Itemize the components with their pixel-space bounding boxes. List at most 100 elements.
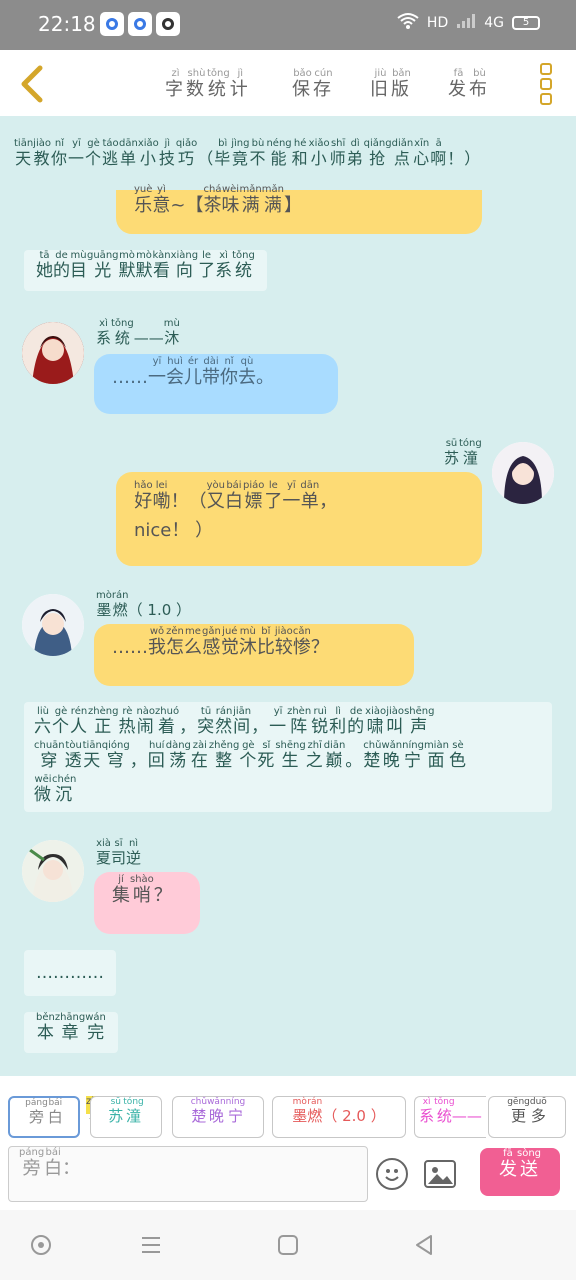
- wifi-icon: [397, 12, 419, 34]
- ruby-char: 燃rán: [307, 1097, 323, 1125]
- avatar[interactable]: [22, 322, 84, 384]
- ruby-char: 味wèi: [221, 184, 240, 216]
- send-button[interactable]: 发fā送sòng: [480, 1148, 560, 1196]
- ruby-char: 小xiǎo: [137, 138, 159, 168]
- ruby-char: 数shù: [186, 68, 207, 100]
- ruby-char: 师shī: [329, 138, 347, 168]
- ruby-char: 章zhāng: [54, 1012, 86, 1043]
- message-bubble-3[interactable]: …… 我wǒ怎zěn么me感gǎn觉jué沐mù比bǐ较jiào惨cǎn？: [94, 624, 414, 686]
- avatar[interactable]: [492, 442, 554, 504]
- ruby-char: ，: [179, 717, 198, 737]
- ruby-char: 着zhuó: [155, 706, 180, 737]
- narration-3: …………: [24, 950, 116, 996]
- ruby-char: 毕bì: [214, 138, 232, 168]
- ruby-char: 楚chǔ: [363, 740, 382, 771]
- ruby-char: 荡dàng: [165, 740, 191, 771]
- ruby-char: 小xiǎo: [308, 138, 330, 168]
- ruby-char: 布bù: [469, 68, 490, 100]
- sender-name: 苏sū潼tóng: [444, 438, 482, 468]
- emoji-icon[interactable]: [376, 1158, 408, 1190]
- chat-area[interactable]: 天tiān教jiào你nǐ一yī个gè逃táo单dān小xiǎo技jì巧qiǎo…: [0, 116, 576, 1076]
- ruby-char: 怎zěn: [166, 626, 184, 658]
- chevron-left-icon: [21, 65, 43, 103]
- narration-line: 微wēi沉chén: [34, 774, 542, 808]
- narration-1: 她tā的de目mù光guāng默mò默mò看kàn向xiàng了le系xì统tǒ…: [24, 250, 267, 291]
- chip-label: 系xì统tǒng: [419, 1097, 454, 1125]
- ruby-char: 巧qiǎo: [175, 138, 198, 168]
- more-button[interactable]: [540, 63, 554, 107]
- ruby-char: 突tū: [197, 706, 216, 737]
- qq-icon: [100, 12, 124, 36]
- ruby-char: 沐mù: [238, 626, 257, 658]
- ruby-char: 穹qióng: [101, 740, 130, 771]
- ruby-char: 带dài: [202, 356, 220, 388]
- word-count-button[interactable]: 字zì数shù统tǒng计jì: [165, 68, 251, 101]
- ruby-char: 满mǎn: [239, 184, 262, 216]
- message-bubble-1[interactable]: …… 一yī会huì儿ér带dài你nǐ去qù。: [94, 354, 338, 414]
- ruby-char: 默mò: [135, 250, 153, 281]
- ruby-char: 六liù: [34, 706, 52, 737]
- ruby-char: 和hé: [291, 138, 309, 168]
- ruby-char: 茶chá: [203, 184, 222, 216]
- ruby-char: 啸xiào: [365, 706, 387, 737]
- more-vertical-icon: [540, 63, 552, 75]
- ruby-char: 。: [345, 751, 364, 771]
- ruby-char: 满mǎn: [261, 184, 284, 216]
- ruby-char: 巅diān: [323, 740, 346, 771]
- ruby-char: 晚wǎn: [381, 740, 403, 771]
- message-bubble-2[interactable]: 好hǎo嘞lei！（ 又yòu白bái嫖piáo了le一yī单dān， nice…: [116, 472, 482, 566]
- ruby-char: ！（: [170, 491, 207, 512]
- ruby-char: 楚chǔ: [190, 1097, 208, 1125]
- ruby-char: 完wán: [85, 1012, 106, 1043]
- ruby-char: 潼tóng: [459, 438, 482, 467]
- ruby-char: ~【: [170, 195, 204, 216]
- ruby-char: ……: [112, 637, 148, 658]
- save-button[interactable]: 保bǎo存cún: [292, 68, 334, 101]
- ruby-char: 么me: [184, 626, 202, 658]
- clock: 22:18: [38, 12, 96, 36]
- message-text: …… 一yī会huì儿ér带dài你nǐ去qù。: [112, 356, 274, 388]
- ruby-char: ，: [129, 751, 148, 771]
- ruby-char: 我wǒ: [148, 626, 166, 658]
- ruby-char: 整zhěng: [208, 740, 240, 771]
- character-chip-narrator[interactable]: 旁páng白bái: [8, 1096, 80, 1138]
- ruby-char: 好hǎo: [134, 480, 153, 512]
- ruby-char: 死sǐ: [257, 740, 276, 771]
- ruby-char: 感gǎn: [202, 626, 221, 658]
- image-icon[interactable]: [424, 1160, 456, 1188]
- back-triangle-icon[interactable]: [413, 1234, 435, 1256]
- ruby-char: 版bǎn: [391, 68, 412, 100]
- character-chip-system[interactable]: 系xì统tǒng——: [414, 1096, 486, 1138]
- old-version-button[interactable]: 旧jiù版bǎn: [370, 68, 412, 101]
- avatar[interactable]: [22, 594, 84, 656]
- character-chip-moran[interactable]: 墨mò燃rán（ 2.0 ）: [272, 1096, 406, 1138]
- battery-icon: 5: [512, 16, 540, 30]
- ruby-char: 向xiàng: [170, 250, 199, 281]
- back-button[interactable]: [14, 64, 54, 104]
- narration-line: 穿chuān透tòu天tiān穹qióng， 回huí荡dàng在zài整zhě…: [34, 740, 542, 774]
- avatar[interactable]: [22, 840, 84, 902]
- ruby-char: 的de: [53, 250, 70, 281]
- more-characters-button[interactable]: 更gēng多duō: [488, 1096, 566, 1138]
- ruby-char: 嫖piáo: [242, 480, 265, 512]
- ruby-char: ？: [153, 885, 172, 906]
- character-chip-sutong[interactable]: 苏sū潼tóng: [90, 1096, 162, 1138]
- message-bubble-4[interactable]: 集jí哨shào？: [94, 872, 200, 934]
- ruby-char: 宁níng: [402, 740, 424, 771]
- toolbar: 字zì数shù统tǒng计jì 保bǎo存cún 旧jiù版bǎn 发fā布bù: [0, 50, 576, 116]
- home-circle-icon[interactable]: [30, 1234, 52, 1256]
- ruby-char: 较jiào: [274, 626, 293, 658]
- ruby-char: 然rán: [215, 706, 234, 737]
- sender-name: 系xì统tǒng—— 沐mù: [96, 318, 180, 348]
- character-chip-chuwanning[interactable]: 楚chǔ晚wǎn宁níng: [172, 1096, 264, 1138]
- menu-lines-icon[interactable]: [140, 1234, 162, 1256]
- message-input[interactable]: 旁páng白bái：: [8, 1146, 368, 1202]
- ruby-char: 保bǎo: [292, 68, 313, 100]
- publish-button[interactable]: 发fā布bù: [448, 68, 490, 101]
- ruby-char: 单dān: [119, 138, 138, 168]
- narration-top: 天tiān教jiào你nǐ一yī个gè逃táo单dān小xiǎo技jì巧qiǎo…: [14, 138, 481, 172]
- ruby-char: 不bù: [249, 138, 267, 168]
- sender-name: 夏xià司sī逆nì: [96, 838, 141, 868]
- square-icon[interactable]: [277, 1234, 299, 1256]
- message-bubble-top[interactable]: 乐yuè意yì~【 茶chá味wèi满mǎn满mǎn】: [116, 184, 482, 234]
